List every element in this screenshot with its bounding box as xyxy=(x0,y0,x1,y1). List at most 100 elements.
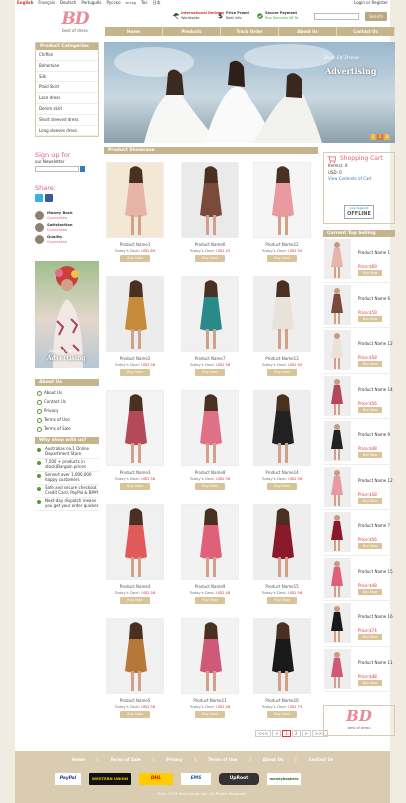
buy-now-button[interactable]: Buy Now xyxy=(120,597,150,604)
product-card[interactable]: Product Name12 Today's Deal: USD 50 Buy No… xyxy=(251,160,313,272)
category-item[interactable]: Silk xyxy=(36,72,98,83)
top-seller-image[interactable] xyxy=(324,239,351,279)
buy-now-button[interactable]: Buy Now xyxy=(267,369,297,376)
buy-now-button[interactable]: Buy Now xyxy=(195,711,225,718)
product-image[interactable] xyxy=(253,390,311,466)
language-link[interactable]: Pусско xyxy=(106,0,120,5)
page-link[interactable]: 2 xyxy=(291,730,301,737)
product-name[interactable]: Product Name13 xyxy=(251,356,313,361)
newsletter-submit-button[interactable] xyxy=(80,166,85,172)
product-image[interactable] xyxy=(181,276,239,352)
product-name[interactable]: Product Name7 xyxy=(179,356,241,361)
product-name[interactable]: Product Name8 xyxy=(179,470,241,475)
category-item[interactable]: Denim skirt xyxy=(36,104,98,115)
buy-now-button[interactable]: Buy Now xyxy=(358,497,382,504)
top-seller-image[interactable] xyxy=(324,330,351,370)
product-card[interactable]: Product Name13 Today's Deal: USD 65 Buy No… xyxy=(251,274,313,386)
product-image[interactable] xyxy=(253,504,311,580)
buy-now-button[interactable]: Buy Now xyxy=(358,634,382,640)
buy-now-button[interactable]: Buy Now xyxy=(358,406,382,413)
footer-link[interactable]: Terms of Use xyxy=(208,757,237,762)
category-item[interactable]: Short sleeved dress xyxy=(36,115,98,126)
page-link[interactable]: 1 xyxy=(282,730,291,737)
product-image[interactable] xyxy=(253,618,311,694)
product-name[interactable]: Product Name9 xyxy=(179,584,241,589)
about-link[interactable]: Privacy xyxy=(35,406,99,415)
top-seller-name[interactable]: Product Name 12 xyxy=(358,478,395,483)
category-item[interactable]: Lace dress xyxy=(36,93,98,104)
product-image[interactable] xyxy=(253,162,311,238)
side-advertising[interactable]: Best Of Dress Advertising xyxy=(35,261,99,368)
language-link[interactable]: Français xyxy=(38,0,55,5)
about-link[interactable]: Terms of Sale xyxy=(35,424,99,433)
product-image[interactable] xyxy=(181,162,239,238)
search-button[interactable]: Search xyxy=(365,12,387,21)
product-card[interactable]: Product Name8 Today's Deal: USD 56 Buy Now xyxy=(179,388,241,500)
top-seller-name[interactable]: Product Name 11 xyxy=(358,660,395,665)
product-image[interactable] xyxy=(106,162,164,238)
top-seller-item[interactable]: Product Name 7 Price:$56 Buy Now xyxy=(323,510,395,556)
product-image[interactable] xyxy=(253,276,311,352)
language-link[interactable]: Português xyxy=(81,0,101,5)
page-link[interactable]: > xyxy=(301,730,311,737)
product-name[interactable]: Product Name16 xyxy=(251,698,313,703)
category-item[interactable]: Long sleeves dress xyxy=(36,126,98,137)
language-link[interactable]: עברית xyxy=(126,0,137,5)
top-seller-name[interactable]: Product Name 15 xyxy=(358,569,395,574)
language-link[interactable]: 日本 xyxy=(152,0,160,5)
language-link[interactable]: Tes xyxy=(141,0,147,5)
live-support-button[interactable]: Live Support OFFLINE xyxy=(344,205,374,219)
nav-item-contact-us[interactable]: Contact Us xyxy=(337,27,395,36)
top-seller-item[interactable]: Product Name 14 Price:$56 Buy Now xyxy=(323,374,395,419)
top-seller-item[interactable]: Product Name 9 Price:$48 Buy Now xyxy=(323,419,395,465)
product-image[interactable] xyxy=(106,618,164,694)
product-name[interactable]: Product Name4 xyxy=(104,584,166,589)
footer-link[interactable]: About Us xyxy=(263,757,284,762)
product-name[interactable]: Product Name15 xyxy=(251,584,313,589)
about-link[interactable]: Contact Us xyxy=(35,397,99,406)
product-name[interactable]: Product Name3 xyxy=(104,470,166,475)
top-seller-item[interactable]: Product Name 6 Price:$59 Buy Now xyxy=(323,283,395,328)
language-link[interactable]: English xyxy=(17,0,33,5)
top-seller-image[interactable] xyxy=(324,557,351,598)
top-seller-name[interactable]: Product Name 12 xyxy=(358,341,395,346)
buy-now-button[interactable]: Buy Now xyxy=(195,483,225,490)
page-link[interactable]: < xyxy=(272,730,282,737)
product-image[interactable] xyxy=(181,504,239,580)
product-name[interactable]: Product Name2 xyxy=(104,356,166,361)
site-logo[interactable]: BD best of dress xyxy=(55,11,95,37)
top-seller-image[interactable] xyxy=(324,284,351,325)
buy-now-button[interactable]: Buy Now xyxy=(267,597,297,604)
product-name[interactable]: Product Name5 xyxy=(104,698,166,703)
login-link[interactable]: Login xyxy=(354,0,365,5)
product-image[interactable] xyxy=(181,618,239,694)
product-name[interactable]: Product Name12 xyxy=(251,242,313,247)
footer-link[interactable]: Contact Us xyxy=(309,757,333,762)
category-item[interactable]: Chiffon xyxy=(36,50,98,61)
language-link[interactable]: Deutsch xyxy=(60,0,76,5)
register-link[interactable]: Register xyxy=(372,0,388,5)
buy-now-button[interactable]: Buy Now xyxy=(120,369,150,376)
top-seller-item[interactable]: Product Name 16 Price:$74 Buy Now xyxy=(323,601,395,647)
buy-now-button[interactable]: Buy Now xyxy=(358,452,382,458)
top-seller-name[interactable]: Product Name 16 xyxy=(358,614,395,619)
buy-now-button[interactable]: Buy Now xyxy=(358,588,382,595)
buy-now-button[interactable]: Buy Now xyxy=(358,361,382,367)
buy-now-button[interactable]: Buy Now xyxy=(195,255,225,262)
product-name[interactable]: Product Name14 xyxy=(251,470,313,475)
footer-link[interactable]: Home xyxy=(72,757,85,762)
product-name[interactable]: Product Name6 xyxy=(179,242,241,247)
banner-page-3[interactable]: 3 xyxy=(384,134,390,140)
search-input[interactable] xyxy=(314,13,359,20)
buy-now-button[interactable]: Buy Now xyxy=(267,711,297,718)
product-image[interactable] xyxy=(106,504,164,580)
about-link[interactable]: Terms of Use xyxy=(35,415,99,424)
top-seller-name[interactable]: Product Name 7 xyxy=(358,523,395,528)
product-card[interactable]: Product Name5 Today's Deal: USD 58 Buy Now xyxy=(104,616,166,728)
footer-link[interactable]: Terms of Sale xyxy=(110,757,140,762)
top-seller-name[interactable]: Product Name 9 xyxy=(358,432,395,437)
top-seller-name[interactable]: Product Name 14 xyxy=(358,387,395,392)
buy-now-button[interactable]: Buy Now xyxy=(195,597,225,604)
product-card[interactable]: Product Name15 Today's Deal: USD 56 Buy No… xyxy=(251,502,313,614)
nav-item-about-us[interactable]: About Us xyxy=(279,27,337,36)
